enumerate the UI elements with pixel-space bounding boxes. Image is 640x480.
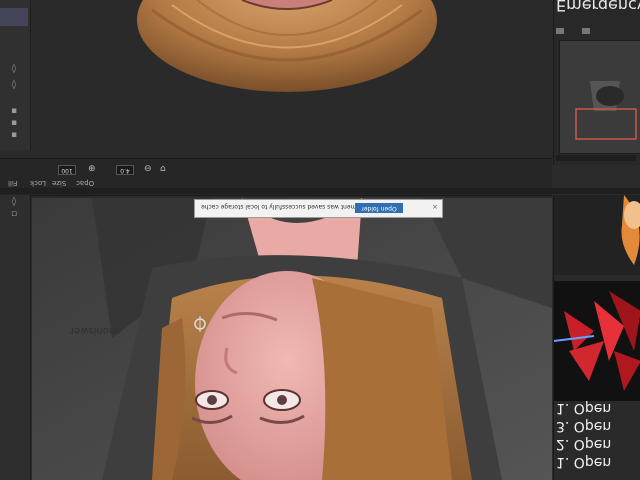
tool-strip-top: ◊ ◊ ▪ ▪ ▪ xyxy=(0,0,31,150)
tool-selected[interactable] xyxy=(0,8,28,26)
right-panel-top: Emergency G xyxy=(553,0,640,165)
dialog-message: Document was saved successfully to local… xyxy=(201,203,372,210)
panel-title: Emergency G xyxy=(556,0,640,15)
lock-icon[interactable]: ▫ xyxy=(8,209,20,219)
toolbar-label-opac: Opac xyxy=(76,179,95,187)
panel-checkbox[interactable] xyxy=(582,28,590,34)
shatter-thumbnail[interactable] xyxy=(554,281,640,401)
toolbar-label-fill: Fill xyxy=(8,179,18,187)
open-list-item[interactable]: 3. Open xyxy=(554,418,640,434)
dialog-open-button[interactable]: Open folder xyxy=(355,203,403,213)
layer-icon[interactable]: ▪ xyxy=(8,130,20,140)
toolbar-label-size: Size xyxy=(52,179,67,187)
panel-footer xyxy=(556,155,636,161)
layer-icon[interactable]: ▪ xyxy=(8,118,20,128)
navigator-thumbnail[interactable] xyxy=(559,40,640,154)
size-field[interactable]: 4.0 xyxy=(116,165,134,175)
canvas-top-art xyxy=(137,0,437,92)
zoom-out-icon[interactable]: ⊖ xyxy=(144,164,152,174)
canvas-bottom[interactable] xyxy=(32,198,552,480)
panel-divider xyxy=(0,188,640,194)
eye-icon[interactable]: ◊ xyxy=(8,64,20,74)
zoom-field[interactable]: 100 xyxy=(58,165,76,175)
fit-icon[interactable]: ⌂ xyxy=(160,164,166,174)
toolbar-label-lock: Lock xyxy=(30,179,46,187)
thumbnail-art xyxy=(560,41,640,153)
eye-icon[interactable]: ◊ xyxy=(8,80,20,90)
layer-icon[interactable]: ▪ xyxy=(8,106,20,116)
open-list: 1. Open 3. Open 2. Open 1. Open xyxy=(554,400,640,472)
right-panel-bottom: 1. Open 3. Open 2. Open 1. Open xyxy=(553,195,640,480)
visibility-icon[interactable]: ◊ xyxy=(8,197,20,207)
panel-checkbox[interactable] xyxy=(556,28,564,34)
open-list-item[interactable]: 2. Open xyxy=(554,436,640,452)
zoom-in-icon[interactable]: ⊕ xyxy=(88,164,96,174)
open-list-item[interactable]: 1. Open xyxy=(554,454,640,470)
open-list-item[interactable]: 1. Open xyxy=(554,400,640,416)
tool-strip-bottom: ◊ ▫ xyxy=(0,195,31,480)
character-thumbnail[interactable] xyxy=(554,195,640,275)
canvas-top[interactable] xyxy=(32,0,552,152)
notification-dialog: Document was saved successfully to local… xyxy=(194,199,443,218)
canvas-watermark: anoniswer xyxy=(70,325,122,336)
close-icon[interactable]: × xyxy=(432,203,438,211)
canvas-bottom-art xyxy=(32,198,552,480)
